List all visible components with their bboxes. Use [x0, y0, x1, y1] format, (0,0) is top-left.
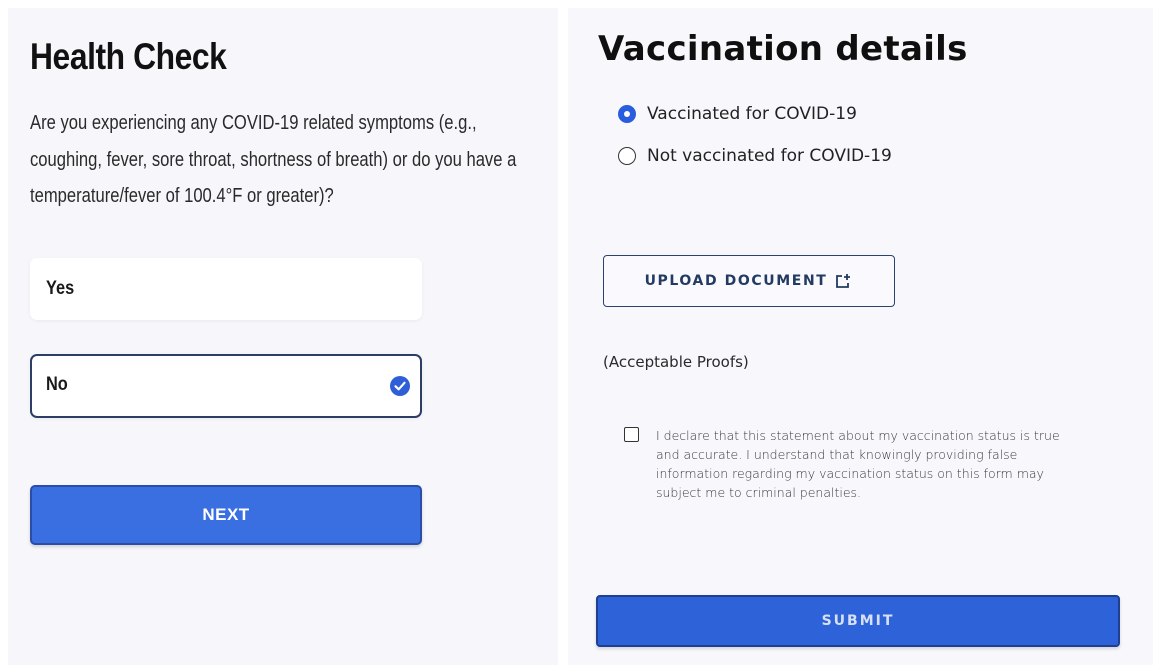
- declaration-line: I declare that this statement about my v…: [656, 428, 1060, 443]
- submit-button[interactable]: SUBMIT: [596, 595, 1120, 647]
- question-line: temperature/fever of 100.4°F or greater)…: [30, 185, 334, 207]
- vaccination-title: Vaccination details: [598, 29, 968, 69]
- health-check-title: Health Check: [30, 36, 227, 77]
- declaration-text: I declare that this statement about my v…: [656, 426, 1146, 502]
- radio-vaccinated-label: Vaccinated for COVID-19: [647, 104, 857, 124]
- acceptable-proofs-label: (Acceptable Proofs): [603, 353, 749, 371]
- radio-unchecked-icon[interactable]: [618, 147, 636, 165]
- health-check-panel: Health Check Are you experiencing any CO…: [8, 8, 558, 665]
- check-circle-icon: [390, 376, 410, 396]
- declaration-checkbox[interactable]: [624, 427, 639, 442]
- vaccination-panel: Vaccination details Vaccinated for COVID…: [568, 8, 1153, 665]
- radio-checked-icon[interactable]: [618, 105, 636, 123]
- question-line: coughing, fever, sore throat, shortness …: [30, 148, 517, 171]
- declaration-line: information regarding my vaccination sta…: [656, 466, 1044, 481]
- option-yes[interactable]: Yes: [30, 258, 422, 320]
- question-line: Are you experiencing any COVID-19 relate…: [30, 112, 477, 134]
- health-check-question: Are you experiencing any COVID-19 relate…: [30, 105, 545, 215]
- option-yes-label: Yes: [46, 278, 75, 299]
- radio-not-vaccinated-label: Not vaccinated for COVID-19: [647, 146, 892, 166]
- declaration-line: subject me to criminal penalties.: [656, 485, 862, 500]
- declaration-line: and accurate. I understand that knowingl…: [656, 447, 1018, 462]
- upload-document-label: UPLOAD DOCUMENT: [644, 273, 828, 289]
- upload-document-icon: [836, 274, 851, 288]
- radio-not-vaccinated[interactable]: Not vaccinated for COVID-19: [618, 146, 892, 166]
- radio-vaccinated[interactable]: Vaccinated for COVID-19: [618, 104, 857, 124]
- option-no-label: No: [46, 374, 68, 395]
- next-button[interactable]: NEXT: [30, 485, 422, 545]
- upload-document-button[interactable]: UPLOAD DOCUMENT: [603, 255, 895, 307]
- option-no[interactable]: No: [30, 354, 422, 418]
